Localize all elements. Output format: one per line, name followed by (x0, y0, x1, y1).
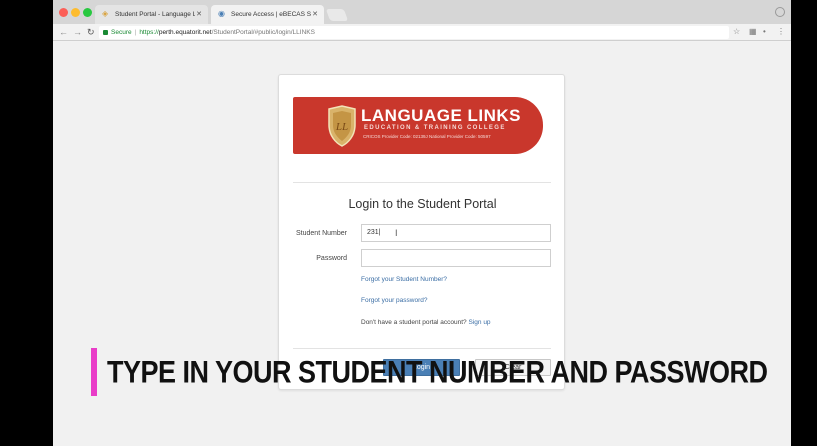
svg-text:LL: LL (335, 121, 348, 133)
college-logo: LL LANGUAGE LINKS EDUCATION & TRAINING C… (293, 97, 543, 154)
login-card: LL LANGUAGE LINKS EDUCATION & TRAINING C… (278, 74, 565, 390)
tab-label: Student Portal - Language Li (115, 11, 195, 18)
signup-link[interactable]: Sign up (469, 319, 491, 326)
reload-icon[interactable]: ↻ (87, 26, 95, 38)
tab-strip: ◈ Student Portal - Language Li ✕ ◉ Secur… (53, 0, 791, 24)
student-number-label: Student Number (296, 230, 347, 237)
extension-dot-icon[interactable]: • (763, 27, 766, 37)
forgot-password-link[interactable]: Forgot your password? (361, 297, 427, 304)
no-account-text: Don't have a student portal account? (361, 319, 467, 326)
shield-favicon-icon: ◈ (102, 9, 109, 18)
close-tab-icon[interactable]: ✕ (312, 5, 318, 24)
minimize-window-button[interactable] (71, 8, 80, 17)
url-host: perth.equatorit.net (158, 29, 212, 36)
tab-secure-access[interactable]: ◉ Secure Access | eBECAS Stu ✕ (211, 5, 324, 24)
text-cursor-icon: I (395, 228, 398, 238)
page-title: Login to the Student Portal (348, 197, 497, 211)
logo-subtitle: EDUCATION & TRAINING COLLEGE (364, 125, 506, 131)
secure-label: Secure (111, 29, 132, 36)
forgot-student-number-link[interactable]: Forgot your Student Number? (361, 276, 447, 283)
browser-toolbar: ← → ↻ Secure | https://perth.equatorit.net… (53, 24, 791, 41)
address-bar[interactable]: Secure | https://perth.equatorit.net/Stude… (99, 26, 729, 39)
url-protocol: https:// (139, 29, 159, 36)
video-caption: TYPE IN YOUR STUDENT NUMBER AND PASSWORD (107, 355, 768, 390)
new-tab-button[interactable] (325, 9, 349, 21)
tab-student-portal[interactable]: ◈ Student Portal - Language Li ✕ (95, 5, 208, 24)
browser-window: ◈ Student Portal - Language Li ✕ ◉ Secur… (53, 0, 791, 446)
extension-icon[interactable]: ▦ (749, 27, 757, 37)
student-number-input[interactable]: 231| (361, 224, 551, 242)
more-menu-icon[interactable]: ⋮ (777, 27, 785, 37)
shield-crest-icon: LL (328, 105, 356, 147)
signup-prompt: Don't have a student portal account? Sig… (361, 319, 491, 326)
video-letterbox-left (0, 0, 53, 446)
video-letterbox-right (791, 0, 817, 446)
address-separator: | (134, 29, 137, 36)
forward-arrow-icon[interactable]: → (73, 26, 82, 38)
ebecas-favicon-icon: ◉ (218, 9, 225, 18)
bookmark-star-icon[interactable]: ☆ (733, 27, 740, 37)
back-arrow-icon[interactable]: ← (59, 26, 68, 38)
profile-icon[interactable] (775, 7, 785, 17)
tab-label: Secure Access | eBECAS Stu (231, 11, 311, 18)
password-input[interactable] (361, 249, 551, 267)
lock-icon (103, 29, 108, 35)
caption-accent-bar (91, 348, 97, 396)
divider (293, 182, 551, 183)
logo-title: LANGUAGE LINKS (361, 106, 521, 125)
close-tab-icon[interactable]: ✕ (196, 5, 202, 24)
url-path: /StudentPortal/#public/login/LLINKS (211, 29, 315, 36)
maximize-window-button[interactable] (83, 8, 92, 17)
password-label: Password (316, 255, 347, 262)
logo-provider-codes: CRICOS Provider Code: 02139J National Pr… (363, 134, 491, 139)
divider (293, 348, 551, 349)
close-window-button[interactable] (59, 8, 68, 17)
